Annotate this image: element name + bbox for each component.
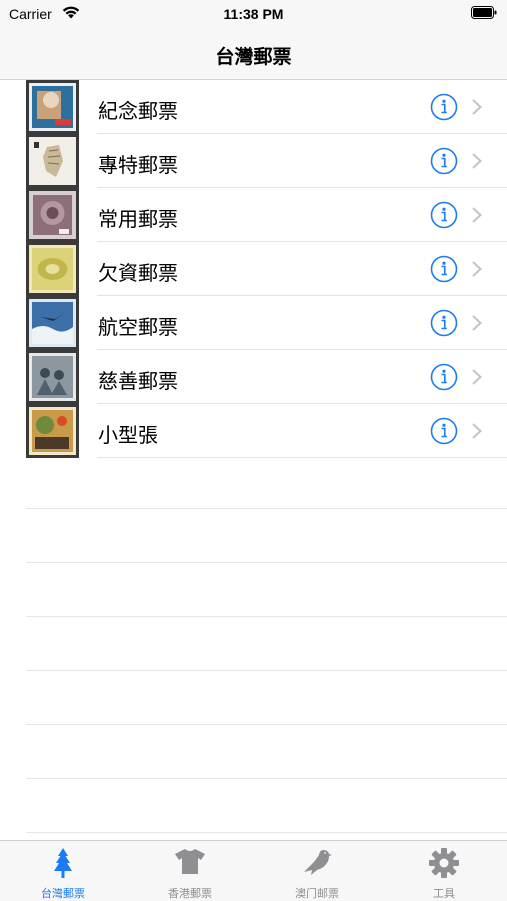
row-label: 常用郵票: [98, 209, 178, 231]
empty-row-separator: [26, 508, 507, 509]
status-time: 11:38 PM: [223, 6, 284, 22]
info-icon[interactable]: [430, 255, 458, 283]
list-item[interactable]: 欠資郵票: [0, 242, 507, 296]
navigation-bar: 台灣郵票: [0, 28, 507, 80]
stamp-thumbnail: [26, 350, 79, 404]
list-item[interactable]: 常用郵票: [0, 188, 507, 242]
row-label: 專特郵票: [98, 155, 178, 177]
stamp-thumbnail: [26, 296, 79, 350]
row-label: 慈善郵票: [98, 371, 178, 393]
tab-label: 台灣郵票: [41, 888, 85, 900]
empty-row-separator: [26, 670, 507, 671]
row-label: 航空郵票: [98, 317, 178, 339]
status-bar: Carrier 11:38 PM: [0, 0, 507, 28]
page-title: 台灣郵票: [215, 47, 292, 68]
tab-macau-stamps[interactable]: 澳门邮票: [254, 841, 380, 901]
tshirt-icon: [175, 849, 205, 874]
empty-row-separator: [26, 616, 507, 617]
stamp-thumbnail: [26, 242, 79, 296]
info-icon[interactable]: [430, 93, 458, 121]
stamp-thumbnail: [26, 404, 79, 458]
chevron-right-icon: [472, 369, 482, 385]
tab-bar: 台灣郵票 香港郵票 澳门邮票 工具: [0, 840, 507, 901]
stamp-category-list: 紀念郵票 專特郵票 常用郵票 欠資郵票 航空郵票 慈善郵票 小型張: [0, 80, 507, 458]
tab-taiwan-stamps[interactable]: 台灣郵票: [0, 841, 126, 901]
tab-hongkong-stamps[interactable]: 香港郵票: [127, 841, 253, 901]
list-item[interactable]: 專特郵票: [0, 134, 507, 188]
stamp-thumbnail: [26, 134, 79, 188]
battery-icon: [471, 6, 497, 19]
list-item[interactable]: 紀念郵票: [0, 80, 507, 134]
row-label: 欠資郵票: [98, 263, 178, 285]
tree-icon: [54, 848, 72, 878]
chevron-right-icon: [472, 153, 482, 169]
stamp-thumbnail: [26, 80, 79, 134]
tab-tools[interactable]: 工具: [381, 841, 507, 901]
empty-row-separator: [26, 724, 507, 725]
tab-label: 香港郵票: [168, 888, 212, 900]
empty-row-separator: [26, 562, 507, 563]
tab-label: 澳门邮票: [295, 888, 339, 900]
row-label: 小型張: [98, 425, 158, 447]
bird-icon: [304, 850, 332, 875]
info-icon[interactable]: [430, 363, 458, 391]
gear-icon: [429, 848, 459, 878]
list-item[interactable]: 慈善郵票: [0, 350, 507, 404]
chevron-right-icon: [472, 99, 482, 115]
info-icon[interactable]: [430, 147, 458, 175]
stamp-thumbnail: [26, 188, 79, 242]
empty-row-separator: [26, 832, 507, 833]
empty-row-separator: [26, 778, 507, 779]
list-item[interactable]: 航空郵票: [0, 296, 507, 350]
info-icon[interactable]: [430, 417, 458, 445]
info-icon[interactable]: [430, 201, 458, 229]
list-item[interactable]: 小型張: [0, 404, 507, 458]
chevron-right-icon: [472, 423, 482, 439]
row-label: 紀念郵票: [98, 101, 178, 123]
tab-label: 工具: [433, 888, 455, 900]
chevron-right-icon: [472, 261, 482, 277]
chevron-right-icon: [472, 315, 482, 331]
info-icon[interactable]: [430, 309, 458, 337]
chevron-right-icon: [472, 207, 482, 223]
